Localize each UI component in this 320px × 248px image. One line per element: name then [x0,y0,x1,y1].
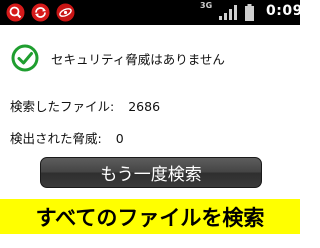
check-icon [11,44,39,72]
threats-detected-label: 検出された脅威: [10,131,102,146]
caption-banner: すべてのファイルを検索 [0,199,300,234]
no-threats-message: セキュリティ脅威はありません [51,51,225,67]
files-scanned-label: 検索したファイル: [10,99,115,114]
rescan-button[interactable]: もう一度検索 [40,157,262,188]
security-app-icon [56,3,75,22]
sync-app-icon [31,3,50,22]
caption-text: すべてのファイルを検索 [35,205,265,230]
threats-detected-row: 検出された脅威: 0 [10,128,124,147]
search-app-icon [6,3,25,22]
signal-strength-icon [219,5,237,20]
network-type-label: 3G [200,1,213,10]
scan-status: セキュリティ脅威はありません [11,44,225,72]
battery-icon [245,4,254,21]
files-scanned-value: 2686 [128,99,161,114]
status-bar: 3G 0:09 [0,0,303,25]
threats-detected-value: 0 [115,131,124,146]
status-clock: 0:09 [266,3,303,19]
files-scanned-row: 検索したファイル: 2686 [10,96,160,115]
